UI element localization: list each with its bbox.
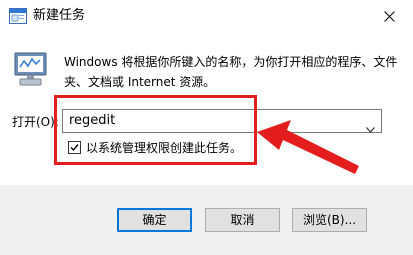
browse-button[interactable]: 浏览(B)... (292, 208, 367, 232)
checkmark-icon (70, 144, 79, 152)
open-input[interactable] (69, 110, 349, 132)
admin-checkbox[interactable] (68, 141, 81, 154)
cancel-button[interactable]: 取消 (205, 208, 280, 232)
window-title: 新建任务 (33, 8, 86, 23)
chevron-down-icon[interactable] (366, 118, 375, 137)
admin-checkbox-label[interactable]: 以系统管理权限创建此任务。 (86, 140, 242, 156)
title-bar[interactable]: 新建任务 (0, 0, 413, 33)
close-icon (384, 11, 395, 22)
close-button[interactable] (367, 0, 413, 33)
ok-button[interactable]: 确定 (117, 208, 192, 232)
window-icon (9, 8, 27, 24)
open-label: 打开(O): (12, 115, 59, 129)
instruction-text: Windows 将根据你所键入的名称，为你打开相应的程序、文件夹、文档或 Int… (64, 55, 398, 89)
run-dialog-icon (14, 52, 47, 86)
open-combobox[interactable] (62, 109, 382, 133)
